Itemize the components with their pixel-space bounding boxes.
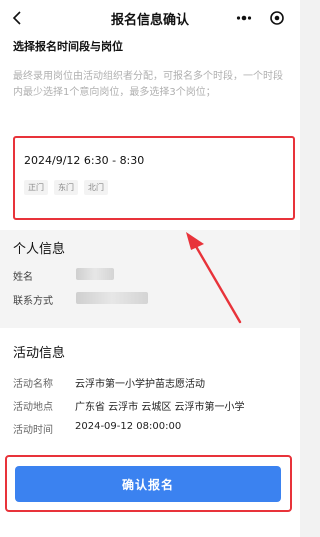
personal-info-title: 个人信息 [13, 242, 66, 257]
gate-tag[interactable]: 东门 [54, 180, 78, 195]
gate-tag[interactable]: 正门 [24, 180, 48, 195]
time-slot-card[interactable]: 2024/9/12 6:30 - 8:30 正门 东门 北门 [13, 136, 295, 220]
gate-tag-list: 正门 东门 北门 [24, 180, 108, 195]
activity-info-section: 活动信息 活动名称 云浮市第一小学护苗志愿活动 活动地点 广东省 云浮市 云城区… [0, 328, 300, 438]
redacted-contact-value [76, 292, 148, 304]
confirm-signup-button[interactable]: 确认报名 [15, 466, 281, 502]
slot-description: 最终录用岗位由活动组织者分配，可报名多个时段，一个时段内最少选择1个意向岗位，最… [13, 71, 283, 98]
gate-tag[interactable]: 北门 [84, 180, 108, 195]
activity-info-title: 活动信息 [13, 346, 66, 361]
activity-name-label: 活动名称 [13, 379, 53, 390]
bottom-action-area: 确认报名 [0, 438, 300, 537]
contact-label: 联系方式 [13, 296, 53, 307]
close-circle-icon[interactable] [265, 8, 289, 28]
personal-info-section: 个人信息 姓名 联系方式 [0, 230, 300, 328]
more-dots-icon[interactable] [232, 8, 256, 28]
activity-time-value: 2024-09-12 08:00:00 [75, 421, 182, 432]
submit-highlight-frame: 确认报名 [5, 455, 292, 512]
activity-name-value: 云浮市第一小学护苗志愿活动 [75, 379, 205, 390]
time-slot-section: 选择报名时间段与岗位 最终录用岗位由活动组织者分配，可报名多个时段，一个时段内最… [0, 34, 300, 230]
activity-location-label: 活动地点 [13, 402, 53, 413]
mini-program-capsule [225, 7, 295, 29]
activity-time-label: 活动时间 [13, 425, 53, 436]
name-label: 姓名 [13, 272, 33, 283]
navbar: 报名信息确认 [0, 0, 300, 34]
redacted-name-value [76, 268, 114, 280]
activity-location-value: 广东省 云浮市 云城区 云浮市第一小学 [75, 402, 245, 413]
slot-section-heading: 选择报名时间段与岗位 [13, 40, 123, 53]
slot-time-range: 2024/9/12 6:30 - 8:30 [24, 154, 145, 167]
